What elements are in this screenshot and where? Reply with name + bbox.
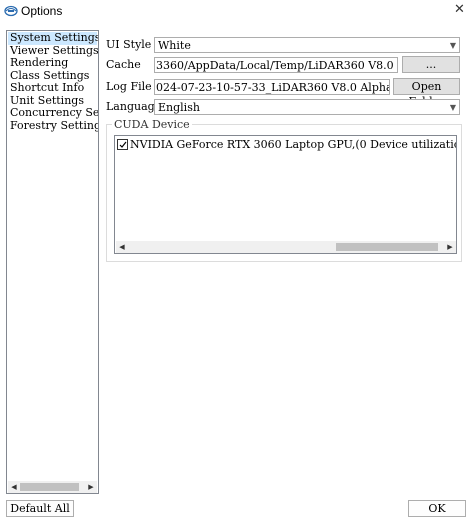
scroll-left-icon[interactable]: ◀ [116,241,128,253]
horizontal-scrollbar[interactable]: ◀ ▶ [116,241,456,253]
cache-path-value: 3360/AppData/Local/Temp/LiDAR360 V8.0 Al… [156,59,397,72]
cache-path-input[interactable]: 3360/AppData/Local/Temp/LiDAR360 V8.0 Al… [154,57,398,73]
app-logo-icon [4,5,18,17]
checkmark-icon [119,141,127,148]
language-label: Language [106,100,162,113]
ok-button[interactable]: OK [408,500,466,517]
cuda-group-label: CUDA Device [112,118,192,131]
device-checkbox[interactable] [117,139,128,150]
settings-category-item[interactable]: Shortcut Info [8,81,97,95]
chevron-down-icon: ▼ [449,41,456,50]
scroll-left-icon[interactable]: ◀ [8,481,20,493]
cuda-device-list[interactable]: NVIDIA GeForce RTX 3060 Laptop GPU,(0 De… [114,135,457,254]
settings-category-list[interactable]: System Settings Viewer Settings Rendering C… [6,30,99,494]
window-title: Options [21,4,63,18]
ui-style-value: White [158,39,191,52]
ui-style-label: UI Style [106,38,152,51]
log-file-input[interactable]: 024-07-23-10-57-33_LiDAR360 V8.0 Alpha.l… [154,79,390,95]
settings-category-item[interactable]: Forestry Settings [8,119,98,133]
cache-label: Cache [106,58,141,71]
language-select[interactable]: English ▼ [154,99,460,115]
scrollbar-thumb[interactable] [336,243,438,251]
language-value: English [158,101,200,114]
log-file-label: Log File [106,80,152,93]
cache-browse-button[interactable]: ... [402,56,460,73]
horizontal-scrollbar[interactable]: ◀ ▶ [8,481,97,493]
scroll-right-icon[interactable]: ▶ [85,481,97,493]
device-name: NVIDIA GeForce RTX 3060 Laptop GPU,(0 De… [130,138,457,151]
close-icon[interactable]: ✕ [454,2,465,17]
scrollbar-thumb[interactable] [20,483,79,491]
title-bar: Options ✕ [0,0,474,24]
settings-category-item[interactable]: Concurrency Settings [8,106,98,120]
scroll-right-icon[interactable]: ▶ [444,241,456,253]
chevron-down-icon: ▼ [449,103,456,112]
log-file-value: 024-07-23-10-57-33_LiDAR360 V8.0 Alpha.l… [156,81,390,94]
open-folder-button[interactable]: Open Folder [393,78,460,108]
default-all-button[interactable]: Default All [6,500,74,517]
ui-style-select[interactable]: White ▼ [154,37,460,53]
settings-category-item[interactable]: System Settings [8,31,98,45]
settings-category-item[interactable]: Rendering [8,56,97,70]
list-item[interactable]: NVIDIA GeForce RTX 3060 Laptop GPU,(0 De… [117,138,457,151]
